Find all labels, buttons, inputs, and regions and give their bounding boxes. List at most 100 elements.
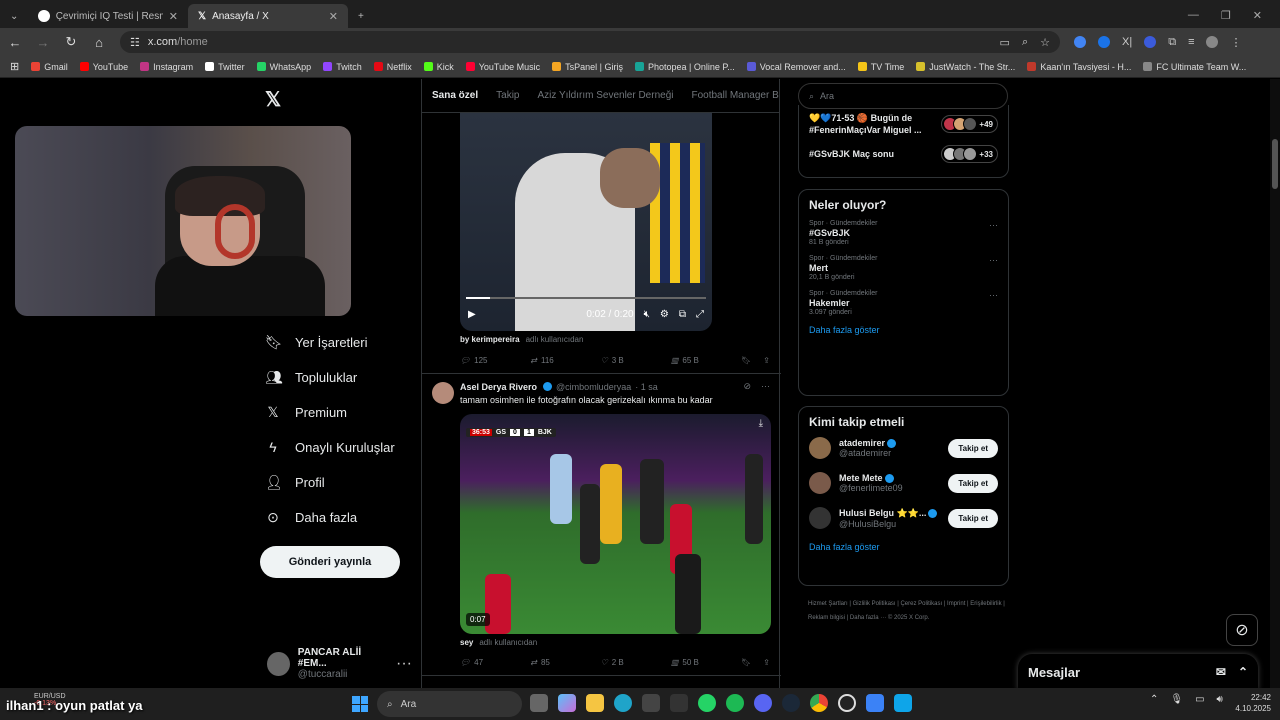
reply-button[interactable]: 💬︎ 47 bbox=[460, 658, 530, 667]
media-icon[interactable]: ≡ bbox=[1188, 36, 1194, 48]
app-icon[interactable] bbox=[670, 694, 688, 712]
extension-x-icon[interactable]: X| bbox=[1122, 36, 1132, 48]
bookmark-item[interactable]: FC Ultimate Team W... bbox=[1143, 62, 1246, 72]
more-icon[interactable]: ··· bbox=[989, 290, 998, 300]
extension-icon[interactable] bbox=[1098, 36, 1110, 48]
video-player[interactable]: 36:53 GS 0 1 BJK ⤓ 0:07 bbox=[460, 414, 771, 634]
zoom-icon[interactable]: ⌕ bbox=[1022, 36, 1028, 49]
bookmark-item[interactable]: TV Time bbox=[857, 62, 904, 72]
caption-user[interactable]: sey bbox=[460, 638, 473, 647]
close-window-icon[interactable]: ✕ bbox=[1253, 9, 1262, 22]
menu-icon[interactable]: ⋮ bbox=[1230, 36, 1241, 49]
profile-avatar[interactable] bbox=[1206, 36, 1219, 48]
apps-icon[interactable]: ⊞ bbox=[10, 60, 19, 73]
close-icon[interactable]: ✕ bbox=[329, 10, 338, 23]
tweet-handle[interactable]: @cimbomluderyaa bbox=[556, 382, 631, 392]
sidebar-item-bookmarks[interactable]: 🔖︎ Yer İşaretleri bbox=[265, 331, 395, 353]
mute-icon[interactable]: 🔇︎ bbox=[644, 309, 650, 320]
photos-icon[interactable] bbox=[894, 694, 912, 712]
cast-icon[interactable]: ▭ bbox=[1000, 36, 1010, 49]
store-icon[interactable] bbox=[642, 694, 660, 712]
bookmark-icon[interactable]: 🔖︎ bbox=[741, 356, 751, 365]
file-explorer-icon[interactable] bbox=[586, 694, 604, 712]
tab-for-you[interactable]: Sana özel bbox=[432, 90, 478, 101]
messages-drawer[interactable]: Mesajlar ✉ ⌃ bbox=[1018, 654, 1258, 688]
bookmark-item[interactable]: Kaan'ın Tavsiyesi - H... bbox=[1027, 62, 1131, 72]
chevron-up-icon[interactable]: ⌃ bbox=[1150, 694, 1158, 705]
footer-links[interactable]: Hizmet Şartları | Gizlilik Politikası | … bbox=[808, 597, 1008, 625]
more-icon[interactable]: ··· bbox=[989, 255, 998, 265]
trend-item[interactable]: Spor · Gündemdekiler #GSvBJK 81 B gönder… bbox=[809, 220, 998, 246]
mic-icon[interactable]: 🎙︎ bbox=[1170, 694, 1183, 705]
retweet-button[interactable]: ⇄ 85 bbox=[530, 658, 600, 667]
puzzle-icon[interactable]: ⧉ bbox=[1168, 36, 1176, 49]
display-icon[interactable]: ▭ bbox=[1195, 694, 1204, 705]
share-icon[interactable]: ⇪ bbox=[763, 356, 770, 365]
site-info-icon[interactable]: ☷ bbox=[130, 36, 140, 49]
chevron-up-icon[interactable]: ⌃ bbox=[1238, 665, 1248, 679]
back-icon[interactable]: ← bbox=[8, 35, 22, 50]
copilot-icon[interactable] bbox=[558, 694, 576, 712]
page-scrollbar[interactable] bbox=[1270, 79, 1280, 688]
bookmark-item[interactable]: Instagram bbox=[140, 62, 193, 72]
trend-item[interactable]: Spor · Gündemdekiler Hakemler 3.097 gönd… bbox=[809, 290, 998, 316]
bookmark-item[interactable]: YouTube bbox=[79, 62, 128, 72]
follow-suggestion[interactable]: Mete Mete @fenerlimete09 Takip et bbox=[809, 472, 998, 494]
video-player[interactable]: ▶ 0:02 / 0:20 🔇︎ ⚙ ⧉ ⤢ bbox=[460, 113, 712, 331]
star-icon[interactable]: ☆ bbox=[1040, 36, 1050, 49]
extension-icon[interactable] bbox=[1144, 36, 1157, 48]
close-icon[interactable]: ✕ bbox=[169, 10, 178, 23]
bookmark-item[interactable]: Kick bbox=[423, 62, 454, 72]
post-button[interactable]: Gönderi yayınla bbox=[260, 546, 400, 578]
show-more-link[interactable]: Daha fazla göster bbox=[809, 542, 998, 552]
trend-item[interactable]: Spor · Gündemdekiler Mert 20,1 B gönderi… bbox=[809, 255, 998, 281]
windows-start-icon[interactable] bbox=[352, 696, 368, 712]
retweet-button[interactable]: ⇄ 116 bbox=[530, 356, 600, 365]
system-clock[interactable]: 22:42 4.10.2025 bbox=[1231, 692, 1271, 714]
forward-icon[interactable]: → bbox=[36, 35, 50, 50]
maximize-icon[interactable]: ❐ bbox=[1221, 9, 1231, 22]
home-icon[interactable]: ⌂ bbox=[92, 35, 106, 50]
fullscreen-icon[interactable]: ⤢ bbox=[696, 309, 704, 320]
sidebar-item-verified-orgs[interactable]: ϟ Onaylı Kuruluşlar bbox=[265, 436, 394, 458]
bookmark-icon[interactable]: 🔖︎ bbox=[741, 658, 751, 667]
tweet-author[interactable]: Asel Derya Rivero bbox=[460, 382, 537, 392]
caption-user[interactable]: by kerimpereira bbox=[460, 335, 520, 344]
browser-tab-iq[interactable]: Çevrimiçi IQ Testi | Resmi Mensa ✕ bbox=[28, 4, 188, 28]
chrome-icon[interactable] bbox=[810, 694, 828, 712]
bookmark-item[interactable]: Vocal Remover and... bbox=[746, 62, 846, 72]
pip-icon[interactable]: ⧉ bbox=[679, 309, 686, 320]
download-icon[interactable]: ⤓ bbox=[759, 418, 763, 429]
tab-menu[interactable]: ⌄ bbox=[0, 4, 28, 28]
tab-list-fm[interactable]: Football Manager Bağım bbox=[691, 90, 779, 101]
views-button[interactable]: ▥ 65 B bbox=[671, 356, 741, 365]
minimize-icon[interactable]: — bbox=[1188, 9, 1199, 22]
task-view-icon[interactable] bbox=[530, 694, 548, 712]
bookmark-item[interactable]: Twitter bbox=[205, 62, 245, 72]
sidebar-item-more[interactable]: ⊙ Daha fazla bbox=[265, 506, 395, 528]
bookmark-item[interactable]: Netflix bbox=[373, 62, 412, 72]
volume-icon[interactable]: 🔊︎ bbox=[1217, 694, 1223, 705]
follow-button[interactable]: Takip et bbox=[948, 438, 998, 458]
follow-suggestion[interactable]: atademirer @atademirer Takip et bbox=[809, 437, 998, 459]
avatar[interactable] bbox=[432, 382, 454, 404]
scrollbar-thumb[interactable] bbox=[1272, 139, 1278, 189]
follow-button[interactable]: Takip et bbox=[948, 508, 998, 528]
account-switcher[interactable]: PANCAR ALİİ #EM... @tuccaralii ··· bbox=[267, 647, 412, 680]
sidebar-item-premium[interactable]: 𝕏 Premium bbox=[265, 401, 395, 423]
app-icon[interactable] bbox=[866, 694, 884, 712]
tab-list-aziz[interactable]: Aziz Yıldırım Sevenler Derneği bbox=[538, 90, 674, 101]
bookmark-item[interactable]: WhatsApp bbox=[256, 62, 311, 72]
live-trend[interactable]: 💛💙71-53 🏀 Bugün de #FenerinMaçıVar Migue… bbox=[809, 109, 998, 139]
spotify-icon[interactable] bbox=[726, 694, 744, 712]
edge-icon[interactable] bbox=[614, 694, 632, 712]
steam-icon[interactable] bbox=[782, 694, 800, 712]
bookmark-item[interactable]: Gmail bbox=[31, 62, 68, 72]
reply-button[interactable]: 💬︎ 125 bbox=[460, 356, 530, 365]
like-button[interactable]: ♡ 2 B bbox=[601, 658, 671, 667]
more-icon[interactable]: ··· bbox=[989, 220, 998, 230]
settings-icon[interactable]: ⚙ bbox=[660, 309, 669, 320]
tweet-time[interactable]: · 1 sa bbox=[635, 382, 658, 392]
x-logo-icon[interactable]: 𝕏 bbox=[265, 87, 281, 112]
taskbar-search[interactable]: ⌕ Ara bbox=[377, 691, 522, 717]
